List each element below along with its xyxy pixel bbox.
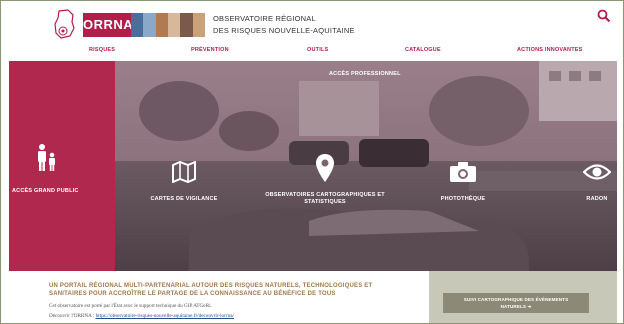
intro-title-line1: UN PORTAIL RÉGIONAL MULTI-PARTENARIAL AU… [49,283,373,289]
grand-public-label: ACCÈS GRAND PUBLIC [12,188,79,194]
brand-logo[interactable]: ORRNA [83,13,133,37]
search-icon[interactable] [597,9,611,23]
suivi-cartographique-button[interactable]: SUIVI CARTOGRAPHIQUE DES ÉVÉNEMENTS NATU… [443,293,589,313]
tile-observatoires-label: OBSERVATOIRES CARTOGRAPHIQUES ET STATIST… [255,192,395,206]
tile-observatoires-label-line1: OBSERVATOIRES CARTOGRAPHIQUES ET [265,192,385,198]
suivi-button-line1: SUIVI CARTOGRAPHIQUE DES ÉVÉNEMENTS [463,297,569,302]
map-pin-icon [316,154,334,182]
site-header: ORRNA OBSERVATOIRE RÉGIONAL DES RISQUES … [1,1,623,45]
organization-name: OBSERVATOIRE RÉGIONAL DES RISQUES NOUVEL… [213,13,355,37]
grand-public-access[interactable]: ACCÈS GRAND PUBLIC [9,61,115,271]
suivi-button-line2-text: NATURELS [500,304,527,309]
eye-icon [583,164,611,180]
intro-section: UN PORTAIL RÉGIONAL MULTI-PARTENARIAL AU… [9,271,617,323]
nav-item-prevention[interactable]: PRÉVENTION [191,47,229,53]
tile-radon[interactable]: RADON [577,161,617,203]
org-name-line1: OBSERVATOIRE RÉGIONAL [213,14,316,23]
discover-prefix: Découvrir l'ORRNA : [49,313,95,319]
suivi-panel: SUIVI CARTOGRAPHIQUE DES ÉVÉNEMENTS NATU… [429,271,617,323]
org-name-line2: DES RISQUES NOUVELLE-AQUITAINE [213,26,355,35]
professional-access-label[interactable]: ACCÈS PROFESSIONNEL [329,71,401,77]
discover-link[interactable]: https://observatoire-risques-nouvelle-aq… [96,313,234,319]
map-icon [172,161,196,183]
tile-phototheque-label: PHOTOTHÈQUE [440,196,486,202]
tile-phototheque[interactable]: PHOTOTHÈQUE [421,161,505,203]
tile-observatoires[interactable]: OBSERVATOIRES CARTOGRAPHIQUES ET STATIST… [255,153,395,206]
intro-title-line2: SANITAIRES POUR ACCROÎTRE LE PARTAGE DE … [49,291,336,297]
family-icon [38,144,55,171]
nav-item-catalogue[interactable]: CATALOGUE [405,47,441,53]
logo-photo-strip [131,13,205,37]
intro-title: UN PORTAIL RÉGIONAL MULTI-PARTENARIAL AU… [49,282,389,298]
nav-item-actions-innovantes[interactable]: ACTIONS INNOVANTES [517,47,583,53]
arrow-right-icon: ➜ [527,304,532,309]
camera-icon [450,162,476,182]
tile-observatoires-label-line2: STATISTIQUES [304,199,346,205]
region-map-logo-icon [54,9,75,39]
intro-text: Cet observatoire est porté par l'État av… [49,303,212,309]
nav-item-risques[interactable]: RISQUES [89,47,115,53]
discover-line: Découvrir l'ORRNA : https://observatoire… [49,313,234,319]
tile-cartes-vigilance-label: CARTES DE VIGILANCE [150,196,218,202]
tile-radon-label: RADON [586,196,608,202]
nav-item-outils[interactable]: OUTILS [307,47,328,53]
suivi-button-line2: NATURELS ➜ [443,303,589,310]
tile-cartes-vigilance[interactable]: CARTES DE VIGILANCE [139,161,229,203]
hero-banner: ACCÈS GRAND PUBLIC ACCÈS PROFESSIONNEL C… [9,61,617,271]
page-frame: ORRNA OBSERVATOIRE RÉGIONAL DES RISQUES … [0,0,624,324]
main-nav: RISQUES PRÉVENTION OUTILS CATALOGUE ACTI… [1,45,623,59]
